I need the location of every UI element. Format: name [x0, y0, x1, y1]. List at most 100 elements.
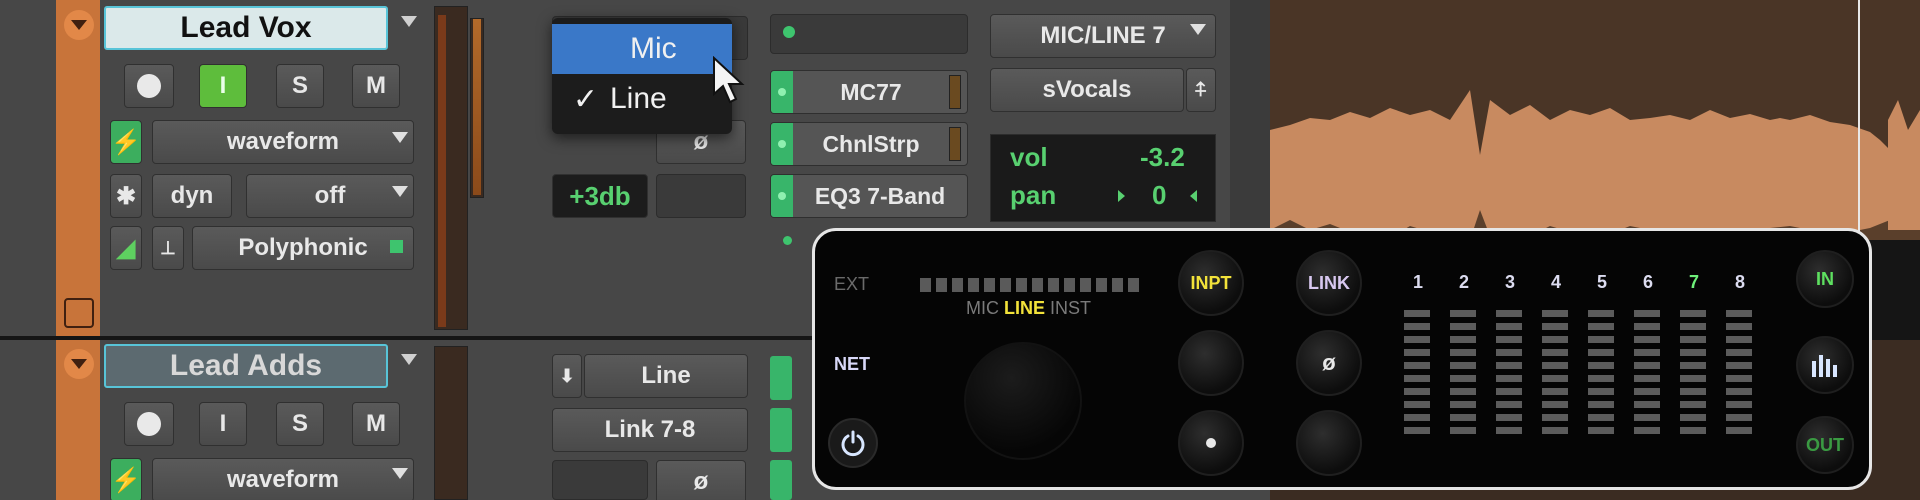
track-name-field-2[interactable]: Lead Adds	[104, 344, 388, 388]
phase-label: ø	[1322, 350, 1336, 375]
audio-waveform[interactable]	[1270, 60, 1920, 240]
out-button[interactable]: OUT	[1796, 416, 1854, 474]
solo-button-2[interactable]: S	[276, 402, 324, 446]
playhead-cursor[interactable]	[1858, 0, 1860, 232]
pan-left-arrow-icon[interactable]	[1118, 190, 1125, 202]
menu-item-mic[interactable]: Mic	[552, 24, 732, 74]
channel-3-label: 3	[1504, 272, 1515, 292]
track-menu-chevron-icon-2[interactable]	[64, 349, 94, 379]
pin-icon: ⍏	[1195, 78, 1207, 101]
bolt-icon: ⚡	[111, 128, 141, 156]
elastic-mode-label: Polyphonic	[238, 234, 368, 261]
elastic-audio-button[interactable]: ◢	[110, 226, 142, 270]
insert-meter	[949, 75, 961, 109]
record-button-2[interactable]	[124, 402, 174, 446]
insert-led-2b[interactable]	[770, 408, 792, 452]
power-icon	[841, 430, 865, 457]
insert-mc77[interactable]: MC77	[770, 70, 968, 114]
menu-item-line[interactable]: ✓ Line	[552, 74, 732, 124]
insert-chnlstrp[interactable]: ChnlStrp	[770, 122, 968, 166]
net-label: NET	[834, 354, 870, 374]
power-button[interactable]	[828, 418, 878, 468]
input-meter-led	[1032, 278, 1043, 292]
mute-button-2[interactable]: M	[352, 402, 400, 446]
active-bolt-button-2[interactable]: ⚡	[110, 458, 142, 500]
dyn-value-selector[interactable]: off	[246, 174, 414, 218]
dyn-dropdown-icon[interactable]	[392, 186, 408, 197]
input-monitor-button-2[interactable]: I	[199, 402, 247, 446]
channel-2-label: 2	[1458, 272, 1469, 292]
input-meter-led	[952, 278, 963, 292]
sidechain-asterisk-button[interactable]: ✱	[110, 174, 142, 218]
output-route-selector[interactable]: sVocals	[990, 68, 1184, 112]
track-view-dropdown-icon-2[interactable]	[392, 468, 408, 479]
track-view-dropdown-icon[interactable]	[392, 132, 408, 143]
bolt-icon-2: ⚡	[111, 466, 141, 494]
phase-invert-button-2[interactable]: ø	[656, 460, 746, 500]
channel-6-label: 6	[1642, 272, 1653, 292]
down-arrow-icon: ⬇	[559, 365, 575, 386]
input-type-selector-2[interactable]: Line	[584, 354, 748, 398]
link-label: LINK	[1308, 272, 1350, 293]
input-meter-led	[1048, 278, 1059, 292]
meter-view-button[interactable]	[1796, 336, 1854, 394]
elastic-mode-selector[interactable]: Polyphonic	[192, 226, 414, 270]
insert-bypass-led[interactable]	[771, 71, 793, 113]
phase-button[interactable]: ø	[1296, 330, 1362, 396]
insert-led-2c[interactable]	[770, 460, 792, 500]
active-bolt-button[interactable]: ⚡	[110, 120, 142, 164]
track-menu-chevron-icon[interactable]	[64, 10, 94, 40]
insert-eq3[interactable]: EQ3 7-Band	[770, 174, 968, 218]
channel-5-label: 5	[1596, 272, 1607, 292]
track-name-dropdown-icon-2[interactable]	[401, 354, 417, 365]
hw-dot-button[interactable]	[1178, 410, 1244, 476]
record-button[interactable]	[124, 64, 174, 108]
gain-knob[interactable]	[964, 342, 1082, 460]
input-type-arrow-button[interactable]: ⬇	[552, 354, 582, 398]
input-route-label: MIC/LINE 7	[1040, 22, 1166, 49]
dot-icon	[1206, 438, 1216, 448]
input-meter-led	[1128, 278, 1139, 292]
dyn-button[interactable]: dyn	[152, 174, 232, 218]
link-button[interactable]: LINK	[1296, 250, 1362, 316]
mouse-cursor-icon	[712, 55, 746, 109]
input-meter-led	[1080, 278, 1091, 292]
track-view-selector[interactable]: waveform	[152, 120, 414, 164]
out-label: OUT	[1806, 434, 1844, 455]
insert-bypass-led[interactable]	[771, 123, 793, 165]
in-label: IN	[1816, 268, 1834, 289]
level-meter	[434, 6, 468, 330]
solo-button[interactable]: S	[276, 64, 324, 108]
track-name-dropdown-icon[interactable]	[401, 16, 417, 27]
pan-right-arrow-icon[interactable]	[1190, 190, 1197, 202]
record-icon-2	[137, 412, 161, 436]
pan-label: pan	[1010, 180, 1057, 210]
input-meter-led	[1064, 278, 1075, 292]
mute-button[interactable]: M	[352, 64, 400, 108]
channel-meters	[1404, 310, 1764, 450]
insert-led-2a[interactable]	[770, 356, 792, 400]
input-meter-led	[920, 278, 931, 292]
input-route-dropdown-icon[interactable]	[1190, 24, 1206, 35]
input-meter-led	[984, 278, 995, 292]
audio-waveform-right	[1888, 100, 1920, 230]
hw-blank-button-1[interactable]	[1178, 330, 1244, 396]
track-view-selector-2[interactable]: waveform	[152, 458, 414, 500]
insert-bypass-led[interactable]	[771, 175, 793, 217]
ext-label: EXT	[834, 274, 870, 294]
inpt-button[interactable]: INPT	[1178, 250, 1244, 316]
vol-value[interactable]: -3.2	[1140, 142, 1185, 173]
pan-value[interactable]: 0	[1152, 180, 1166, 211]
gain-readout[interactable]: +3db	[552, 174, 648, 218]
output-pin-button[interactable]: ⍏	[1186, 68, 1216, 112]
track-name-field[interactable]: Lead Vox	[104, 6, 388, 50]
track-color-strip	[56, 0, 100, 336]
hw-blank-button-2[interactable]	[1296, 410, 1362, 476]
insert-meter	[949, 127, 961, 161]
input-monitor-button[interactable]: I	[199, 64, 247, 108]
input-link-selector[interactable]: Link 7-8	[552, 408, 748, 452]
level-meter-2	[434, 346, 468, 500]
input-route-selector[interactable]: MIC/LINE 7	[990, 14, 1216, 58]
timebase-button[interactable]: ⊥	[152, 226, 184, 270]
in-button[interactable]: IN	[1796, 250, 1854, 308]
